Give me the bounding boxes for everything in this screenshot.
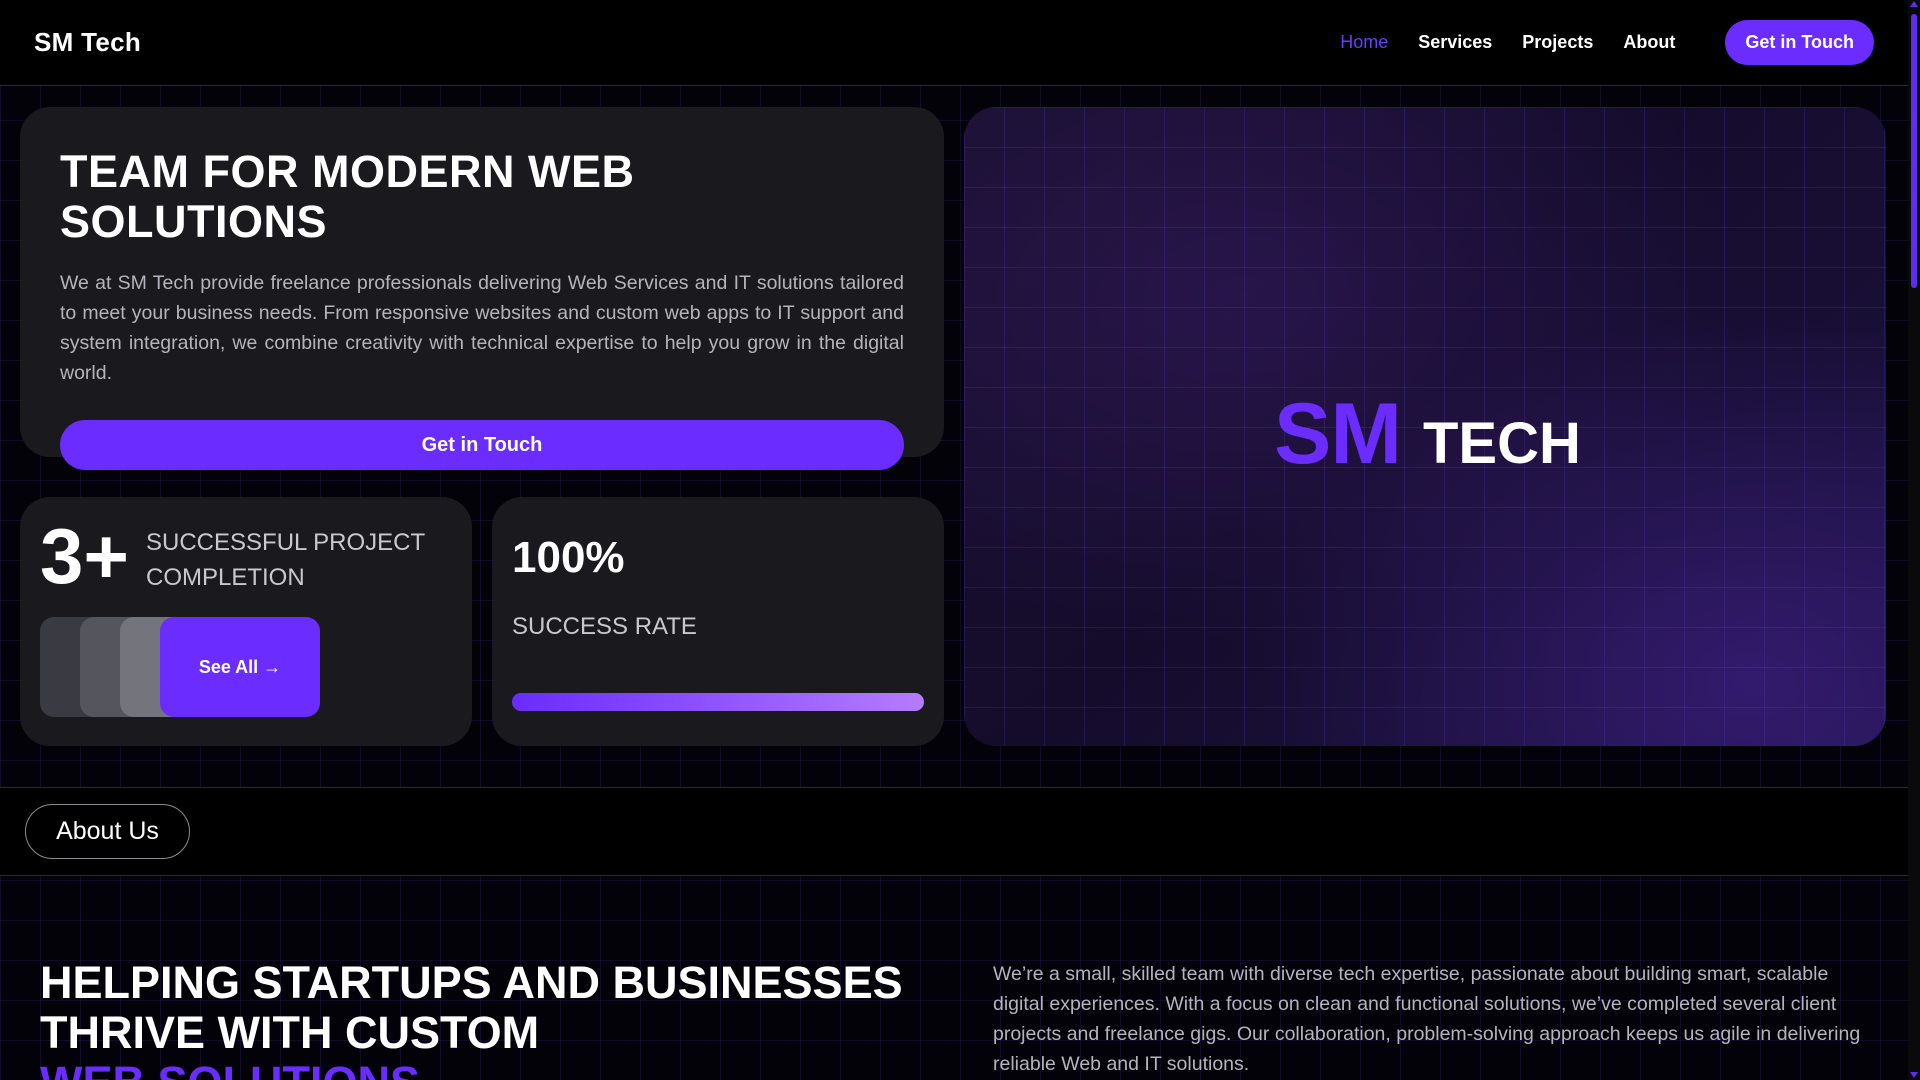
- nav-about[interactable]: About: [1623, 32, 1675, 53]
- projects-label: SUCCESSFUL PROJECT COMPLETION: [146, 529, 425, 591]
- about-heading-highlight: WEB SOLUTIONS: [40, 1058, 920, 1080]
- success-rate-value: 100%: [512, 533, 625, 582]
- success-rate-bar-fill: [512, 693, 924, 711]
- header-get-in-touch-button[interactable]: Get in Touch: [1725, 20, 1874, 65]
- nav-home[interactable]: Home: [1340, 32, 1388, 53]
- sm-tech-logo: SM TECH: [1274, 385, 1581, 484]
- section-divider: [0, 787, 1908, 788]
- section-divider: [0, 875, 1908, 876]
- hero-visual-card: SM TECH: [964, 107, 1886, 746]
- hero-get-in-touch-button[interactable]: Get in Touch: [60, 420, 904, 470]
- hero-title: TEAM FOR MODERN WEB SOLUTIONS: [60, 146, 635, 247]
- projects-stat-card: 3+ SUCCESSFUL PROJECT COMPLETION See All…: [20, 497, 472, 746]
- brand-logo[interactable]: SM Tech: [34, 27, 141, 58]
- nav-projects[interactable]: Projects: [1522, 32, 1593, 53]
- about-band: [0, 788, 1908, 875]
- nav-services[interactable]: Services: [1418, 32, 1492, 53]
- hero-description: We at SM Tech provide freelance professi…: [60, 272, 904, 384]
- about-description: We’re a small, skilled team with diverse…: [993, 963, 1861, 1075]
- projects-count: 3+: [40, 512, 129, 600]
- scroll-up-arrow-icon[interactable]: [1910, 1, 1918, 7]
- about-us-pill[interactable]: About Us: [25, 804, 190, 859]
- hero-card: TEAM FOR MODERN WEB SOLUTIONS We at SM T…: [20, 107, 944, 470]
- page-scrollbar[interactable]: [1908, 0, 1920, 1080]
- logo-tech-text: TECH: [1423, 411, 1581, 476]
- top-navbar: SM Tech Home Services Projects About Get…: [0, 0, 1908, 86]
- about-heading-line: HELPING STARTUPS AND BUSINESSES: [40, 957, 903, 1008]
- logo-sm-text: SM: [1274, 386, 1402, 482]
- main-nav: Home Services Projects About Get in Touc…: [1340, 20, 1874, 65]
- success-rate-label: SUCCESS RATE: [512, 613, 697, 640]
- scroll-down-arrow-icon[interactable]: [1910, 1072, 1918, 1078]
- success-rate-card: 100% SUCCESS RATE: [492, 497, 944, 746]
- scrollbar-thumb[interactable]: [1911, 14, 1917, 288]
- about-heading: HELPING STARTUPS AND BUSINESSES THRIVE W…: [40, 958, 920, 1080]
- success-rate-bar: [512, 693, 924, 711]
- about-heading-line: THRIVE WITH CUSTOM: [40, 1007, 540, 1058]
- see-all-button[interactable]: See All →: [160, 617, 320, 717]
